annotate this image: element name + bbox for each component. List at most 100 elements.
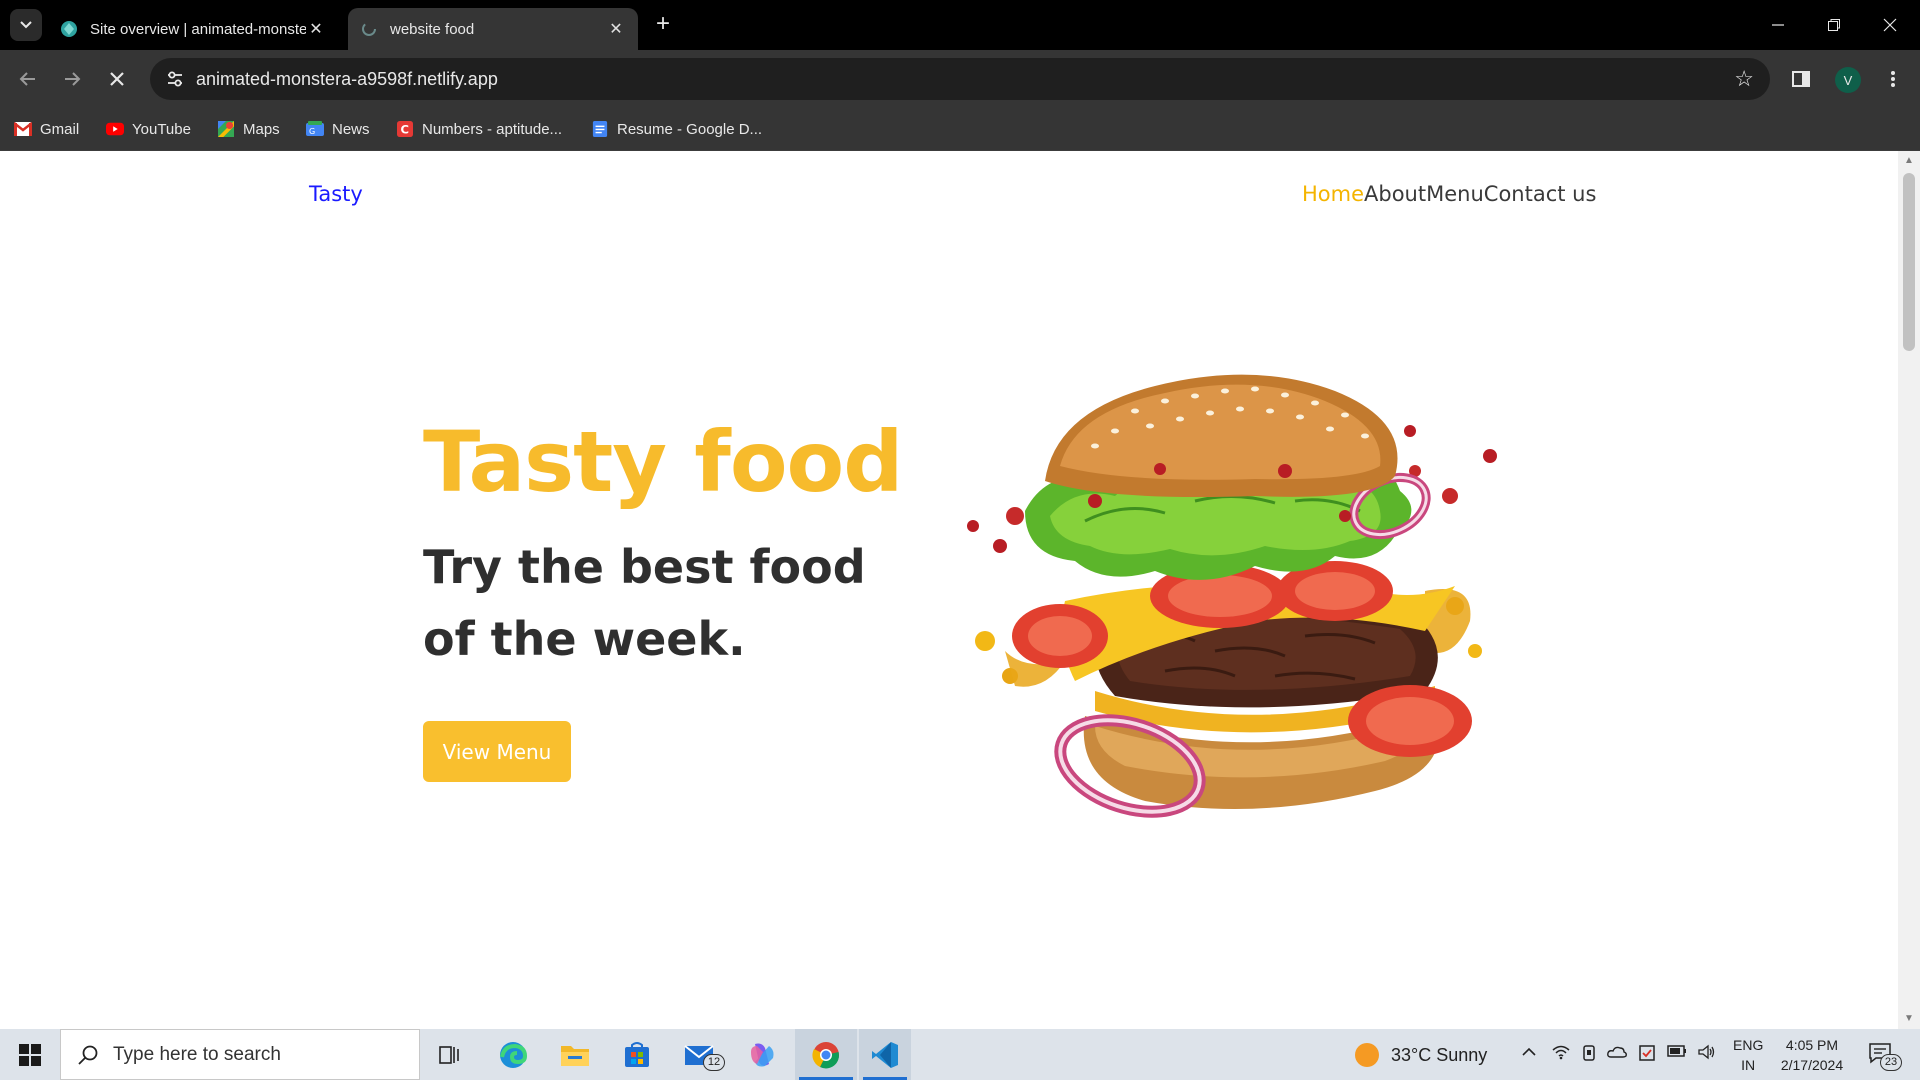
security-icon[interactable] (1636, 1044, 1658, 1066)
folder-icon (561, 1045, 589, 1066)
onedrive-icon[interactable] (1606, 1044, 1628, 1066)
clock[interactable]: 4:05 PM 2/17/2024 (1776, 1035, 1848, 1075)
task-view-button[interactable] (421, 1029, 479, 1080)
bookmark-youtube[interactable]: YouTube (106, 118, 191, 140)
bookmark-numbers-aptitude[interactable]: C Numbers - aptitude... (396, 118, 562, 140)
bookmark-label: Resume - Google D... (617, 120, 763, 138)
edge-app[interactable] (484, 1029, 542, 1080)
chevron-up-icon[interactable] (1518, 1044, 1540, 1066)
chrome-app[interactable] (795, 1029, 857, 1080)
burger-image (967, 374, 1497, 818)
bookmark-star-icon[interactable]: ☆ (1734, 66, 1754, 92)
nav-contact[interactable]: Contact us (1484, 182, 1597, 206)
restore-button[interactable] (1806, 0, 1862, 50)
device-icon[interactable] (1578, 1044, 1600, 1066)
browser-toolbar: animated-monstera-a9598f.netlify.app ☆ (0, 50, 1920, 108)
weather-widget[interactable]: 33°C Sunny (1355, 1043, 1487, 1067)
nav-about[interactable]: About (1364, 182, 1426, 206)
arrow-left-icon (19, 72, 35, 86)
loading-spinner-icon (362, 22, 376, 36)
task-view-icon (439, 1045, 459, 1064)
close-icon (110, 72, 124, 86)
minimize-icon (1772, 24, 1784, 26)
svg-text:G: G (309, 127, 315, 136)
bookmark-news[interactable]: G News (306, 118, 370, 140)
address-bar[interactable]: animated-monstera-a9598f.netlify.app ☆ (150, 58, 1770, 100)
youtube-icon (106, 122, 124, 136)
side-panel-icon (1792, 71, 1810, 87)
bookmarks-bar: Gmail YouTube Maps G News C Numbers - ap… (0, 108, 1920, 151)
tab-strip: Site overview | animated-monstera ✕ webs… (0, 0, 1920, 50)
tab-website-food[interactable]: website food ✕ (348, 8, 638, 50)
taskbar-search[interactable]: Type here to search (60, 1029, 420, 1080)
forward-button[interactable] (56, 63, 88, 95)
side-panel-button[interactable] (1786, 64, 1816, 94)
minimize-button[interactable] (1750, 0, 1806, 50)
bookmark-gmail[interactable]: Gmail (14, 118, 79, 140)
scroll-down-arrow-icon[interactable]: ▼ (1898, 1009, 1920, 1029)
profile-avatar[interactable]: V (1835, 67, 1861, 93)
page-viewport: Tasty Home About Menu Contact us Tasty f… (0, 151, 1920, 1029)
docs-icon (592, 121, 608, 137)
search-icon (78, 1045, 98, 1065)
nav-menu[interactable]: Menu (1426, 182, 1484, 206)
bookmark-label: News (332, 120, 370, 138)
nav-home[interactable]: Home (1302, 182, 1364, 206)
language-indicator[interactable]: ENG IN (1733, 1035, 1763, 1075)
search-placeholder: Type here to search (113, 1043, 281, 1065)
more-vertical-icon (1891, 71, 1895, 87)
windows-logo-icon (19, 1043, 41, 1066)
start-button[interactable] (0, 1029, 60, 1080)
close-window-button[interactable] (1862, 0, 1918, 50)
close-icon (1883, 18, 1897, 32)
bookmark-label: Maps (243, 120, 280, 138)
tab-title: website food (390, 20, 475, 38)
new-tab-button[interactable]: + (650, 12, 676, 38)
c-icon: C (397, 121, 413, 137)
arrow-right-icon (65, 72, 81, 86)
site-logo[interactable]: Tasty (309, 182, 363, 206)
windows-taskbar: Type here to search 12 33°C Sunny ENG IN… (0, 1029, 1920, 1080)
lang-code: ENG (1733, 1037, 1764, 1053)
clock-time: 4:05 PM (1785, 1037, 1839, 1053)
bookmark-label: Numbers - aptitude... (422, 120, 563, 138)
tab-title: Site overview | animated-monstera (90, 20, 306, 38)
bookmark-label: YouTube (132, 120, 191, 138)
hero-subtitle: Try the best food of the week. (423, 540, 866, 666)
restore-icon (1828, 19, 1840, 31)
close-icon[interactable]: ✕ (606, 19, 626, 39)
bookmark-label: Gmail (40, 120, 80, 138)
page-scrollbar[interactable]: ▲ ▼ (1898, 151, 1920, 1029)
tab-site-overview[interactable]: Site overview | animated-monstera ✕ (48, 8, 338, 50)
hero-title: Tasty food (423, 413, 903, 511)
vscode-app[interactable] (859, 1029, 911, 1080)
volume-icon[interactable] (1696, 1044, 1718, 1066)
view-menu-button[interactable]: View Menu (423, 721, 571, 782)
chrome-menu-button[interactable] (1878, 64, 1908, 94)
chevron-down-icon (20, 21, 32, 29)
stop-loading-button[interactable] (101, 63, 133, 95)
mail-badge: 12 (703, 1054, 725, 1071)
wifi-icon[interactable] (1550, 1044, 1572, 1066)
battery-icon[interactable] (1666, 1044, 1688, 1066)
clock-date: 2/17/2024 (1780, 1057, 1844, 1073)
scroll-up-arrow-icon[interactable]: ▲ (1898, 151, 1920, 171)
back-button[interactable] (12, 63, 44, 95)
netlify-icon (61, 21, 77, 37)
svg-text:C: C (401, 122, 409, 136)
bookmark-resume[interactable]: Resume - Google D... (591, 118, 762, 140)
file-explorer-app[interactable] (546, 1029, 604, 1080)
bookmark-maps[interactable]: Maps (217, 118, 280, 140)
chrome-icon (812, 1041, 839, 1068)
site-nav: Home About Menu Contact us (1302, 182, 1596, 206)
notification-badge: 23 (1880, 1054, 1902, 1071)
site-settings-icon[interactable] (164, 68, 186, 90)
copilot-app[interactable] (733, 1029, 791, 1080)
scroll-thumb[interactable] (1903, 173, 1915, 351)
close-icon[interactable]: ✕ (306, 19, 326, 39)
notification-center-button[interactable]: 23 (1868, 1042, 1902, 1071)
store-app[interactable] (608, 1029, 666, 1080)
sun-icon (1355, 1043, 1379, 1067)
mail-app[interactable]: 12 (671, 1029, 729, 1080)
tab-search-button[interactable] (10, 9, 42, 41)
